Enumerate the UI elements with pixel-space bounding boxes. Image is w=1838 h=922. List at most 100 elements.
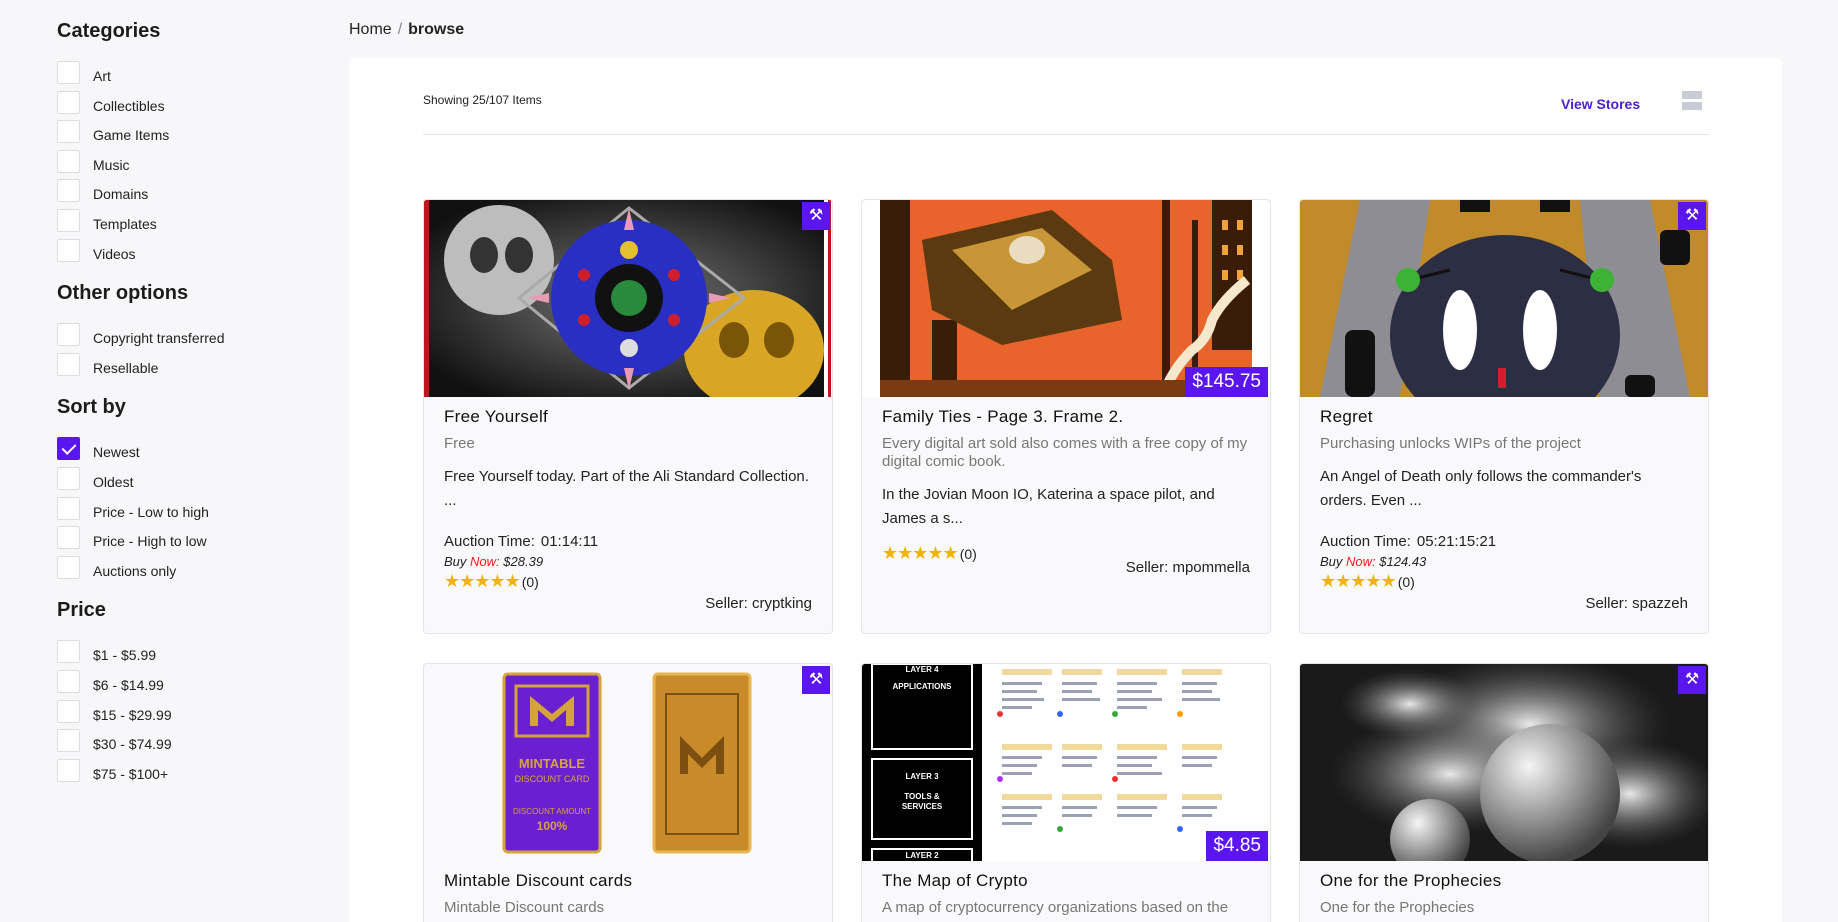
price-tag: $145.75 xyxy=(1185,367,1268,397)
sort-option-price-low-high[interactable]: Price - Low to high xyxy=(57,496,317,527)
item-card-one-for-the-prophecies[interactable]: ⚒ One for the Prophecies One for the Pro… xyxy=(1299,663,1709,922)
category-option-domains[interactable]: Domains xyxy=(57,179,317,209)
checkbox[interactable] xyxy=(57,179,80,203)
rating-count: (0) xyxy=(1397,574,1415,590)
checkbox[interactable] xyxy=(57,640,80,664)
checkbox[interactable] xyxy=(57,352,80,376)
checkbox[interactable] xyxy=(57,90,80,114)
price-option-5[interactable]: $75 - $100+ xyxy=(57,758,317,789)
star-icon: ★★★★★ xyxy=(444,571,521,591)
item-image[interactable]: ⚒ xyxy=(1300,664,1708,861)
option-copyright-transferred[interactable]: Copyright transferred xyxy=(57,323,317,353)
item-image[interactable]: MINTABLE DISCOUNT CARD DISCOUNT AMOUNT 1… xyxy=(424,664,832,861)
checkbox[interactable] xyxy=(57,669,80,693)
checkbox[interactable] xyxy=(57,466,80,490)
sort-options-list: Newest Oldest Price - Low to high Price … xyxy=(57,437,317,585)
checkbox[interactable] xyxy=(57,496,80,520)
grid-view-icon[interactable] xyxy=(1682,91,1702,111)
price-options-list: $1 - $5.99 $6 - $14.99 $15 - $29.99 $30 … xyxy=(57,640,317,788)
breadcrumb-current: browse xyxy=(408,21,465,38)
item-title[interactable]: Free Yourself xyxy=(444,407,812,427)
price-option-3[interactable]: $15 - $29.99 xyxy=(57,699,317,730)
checkbox[interactable] xyxy=(57,149,80,173)
buy-now-price: Buy Now: $28.39 xyxy=(444,554,544,569)
item-card-mintable-discount[interactable]: MINTABLE DISCOUNT CARD DISCOUNT AMOUNT 1… xyxy=(423,663,833,922)
checkbox[interactable] xyxy=(57,526,80,550)
checkbox[interactable] xyxy=(57,729,80,753)
other-options-list: Copyright transferred Resellable xyxy=(57,323,317,382)
item-subtitle: Mintable Discount cards xyxy=(444,899,605,916)
item-subtitle: Every digital art sold also comes with a… xyxy=(882,435,1248,470)
svg-text:DISCOUNT AMOUNT: DISCOUNT AMOUNT xyxy=(513,807,591,816)
category-option-game-items[interactable]: Game Items xyxy=(57,120,317,150)
item-title[interactable]: Mintable Discount cards xyxy=(444,871,812,891)
item-description: Free Yourself today. Part of the Ali Sta… xyxy=(444,468,809,509)
checkbox[interactable] xyxy=(57,555,80,579)
breadcrumb-separator: / xyxy=(397,21,403,38)
item-title[interactable]: The Map of Crypto xyxy=(882,871,1250,891)
price-option-2[interactable]: $6 - $14.99 xyxy=(57,669,317,700)
gavel-icon: ⚒ xyxy=(802,202,830,230)
item-card-family-ties[interactable]: $145.75 Family Ties - Page 3. Frame 2. E… xyxy=(861,199,1271,634)
sort-option-oldest[interactable]: Oldest xyxy=(57,466,317,497)
item-title[interactable]: Regret xyxy=(1320,407,1688,427)
item-subtitle: Free xyxy=(444,435,475,452)
view-stores-link[interactable]: View Stores xyxy=(1561,96,1640,112)
category-option-templates[interactable]: Templates xyxy=(57,208,317,239)
item-image[interactable]: ⚒ xyxy=(424,200,832,397)
item-card-body: One for the Prophecies One for the Proph… xyxy=(1300,861,1708,917)
item-description: An Angel of Death only follows the comma… xyxy=(1320,468,1642,509)
svg-text:100%: 100% xyxy=(537,819,568,833)
checkbox[interactable] xyxy=(57,758,80,782)
checkbox[interactable] xyxy=(57,699,80,723)
category-option-collectibles[interactable]: Collectibles xyxy=(57,90,317,121)
seller-name[interactable]: Seller: cryptking xyxy=(705,595,812,612)
price-option-4[interactable]: $30 - $74.99 xyxy=(57,729,317,759)
checkbox[interactable] xyxy=(57,61,80,84)
rating-count: (0) xyxy=(521,574,539,590)
sort-option-newest[interactable]: Newest xyxy=(57,437,317,467)
item-card-body: The Map of Crypto A map of cryptocurrenc… xyxy=(862,861,1270,917)
category-option-music[interactable]: Music xyxy=(57,149,317,180)
item-title[interactable]: One for the Prophecies xyxy=(1320,871,1688,891)
item-card-body: Mintable Discount cards Mintable Discoun… xyxy=(424,861,832,917)
category-option-videos[interactable]: Videos xyxy=(57,238,317,269)
item-card-free-yourself[interactable]: ⚒ Free Yourself Free Free Yourself today… xyxy=(423,199,833,634)
sort-option-price-high-low[interactable]: Price - High to low xyxy=(57,526,317,556)
option-resellable[interactable]: Resellable xyxy=(57,352,317,383)
svg-text:APPLICATIONS: APPLICATIONS xyxy=(893,682,953,691)
item-card-body: Regret Purchasing unlocks WIPs of the pr… xyxy=(1300,397,1708,612)
sort-option-auctions-only[interactable]: Auctions only xyxy=(57,555,317,586)
price-tag: $4.85 xyxy=(1206,831,1268,861)
seller-name[interactable]: Seller: spazzeh xyxy=(1585,595,1688,612)
price-option-1[interactable]: $1 - $5.99 xyxy=(57,640,317,670)
svg-text:SERVICES: SERVICES xyxy=(902,802,943,811)
svg-text:LAYER 2: LAYER 2 xyxy=(905,851,939,860)
auction-time: Auction Time: 01:14:11 xyxy=(444,533,599,550)
breadcrumb: Home / browse xyxy=(349,21,464,39)
categories-heading: Categories xyxy=(57,20,161,42)
categories-list: Art Collectibles Game Items Music Domain… xyxy=(57,61,317,268)
checkbox[interactable] xyxy=(57,208,80,232)
filter-sidebar: Categories Art Collectibles Game Items M… xyxy=(57,20,317,802)
item-card-map-of-crypto[interactable]: LAYER 4 APPLICATIONS LAYER 3 TOOLS & SER… xyxy=(861,663,1271,922)
checkbox-checked[interactable] xyxy=(57,437,80,461)
item-image[interactable]: LAYER 4 APPLICATIONS LAYER 3 TOOLS & SER… xyxy=(862,664,1270,861)
svg-text:LAYER 3: LAYER 3 xyxy=(905,772,939,781)
svg-text:MINTABLE: MINTABLE xyxy=(519,756,586,771)
rating-count: (0) xyxy=(959,546,977,562)
sort-by-heading: Sort by xyxy=(57,396,126,419)
gavel-icon: ⚒ xyxy=(1678,202,1706,230)
breadcrumb-home[interactable]: Home xyxy=(349,21,392,38)
item-image[interactable]: $145.75 xyxy=(862,200,1270,397)
item-image[interactable]: ⚒ xyxy=(1300,200,1708,397)
checkbox[interactable] xyxy=(57,323,80,347)
price-heading: Price xyxy=(57,599,106,622)
item-card-regret[interactable]: ⚒ Regret Purchasing unlocks WIPs of the … xyxy=(1299,199,1709,634)
category-option-art[interactable]: Art xyxy=(57,61,317,91)
checkbox[interactable] xyxy=(57,238,80,262)
item-title[interactable]: Family Ties - Page 3. Frame 2. xyxy=(882,407,1250,427)
seller-name[interactable]: Seller: mpommella xyxy=(1126,559,1250,576)
checkbox[interactable] xyxy=(57,120,80,144)
rating-stars: ★★★★★ (0) xyxy=(1320,571,1688,592)
